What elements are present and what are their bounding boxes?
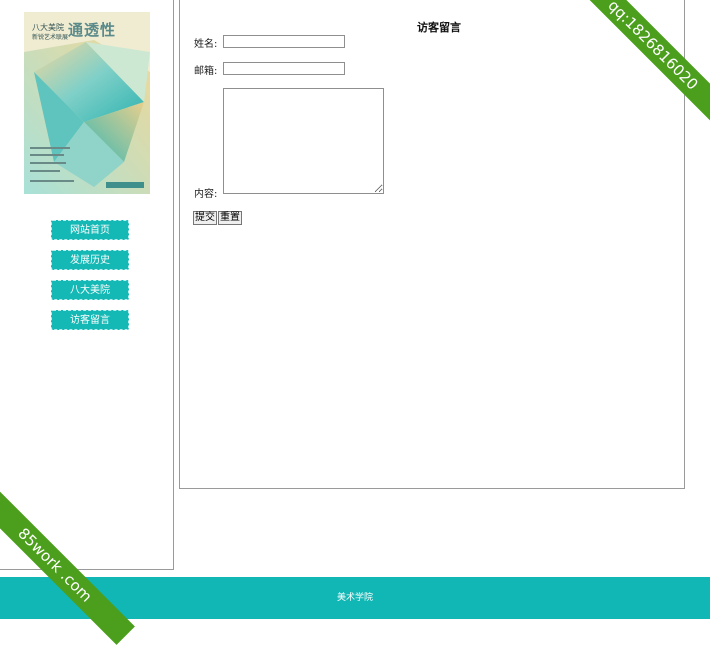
poster-big-title: 通透性 [68,21,117,39]
poster-subtitle: 新锐艺术联展 [32,34,69,41]
poster-image: 八大美院 新锐艺术联展 通透性 [24,12,150,194]
nav-item-history[interactable]: 发展历史 [51,250,129,270]
reset-button[interactable]: 重置 [218,211,242,225]
content-textarea[interactable] [223,88,384,194]
content-label: 内容: [194,189,218,200]
sidebar-nav: 网站首页 发展历史 八大美院 访客留言 [51,220,129,340]
name-label: 姓名: [194,39,218,50]
form-title: 访客留言 [417,21,461,34]
submit-button[interactable]: 提交 [193,211,217,225]
footer-text: 美术学院 [336,593,373,603]
name-input[interactable] [223,35,345,48]
nav-item-guestbook[interactable]: 访客留言 [51,310,129,330]
nav-item-academies[interactable]: 八大美院 [51,280,129,300]
nav-item-home[interactable]: 网站首页 [51,220,129,240]
email-input[interactable] [223,62,345,75]
sidebar: 八大美院 新锐艺术联展 通透性 网站首页 发展历史 八大美院 访客留言 [0,0,174,570]
email-label: 邮箱: [194,66,218,77]
